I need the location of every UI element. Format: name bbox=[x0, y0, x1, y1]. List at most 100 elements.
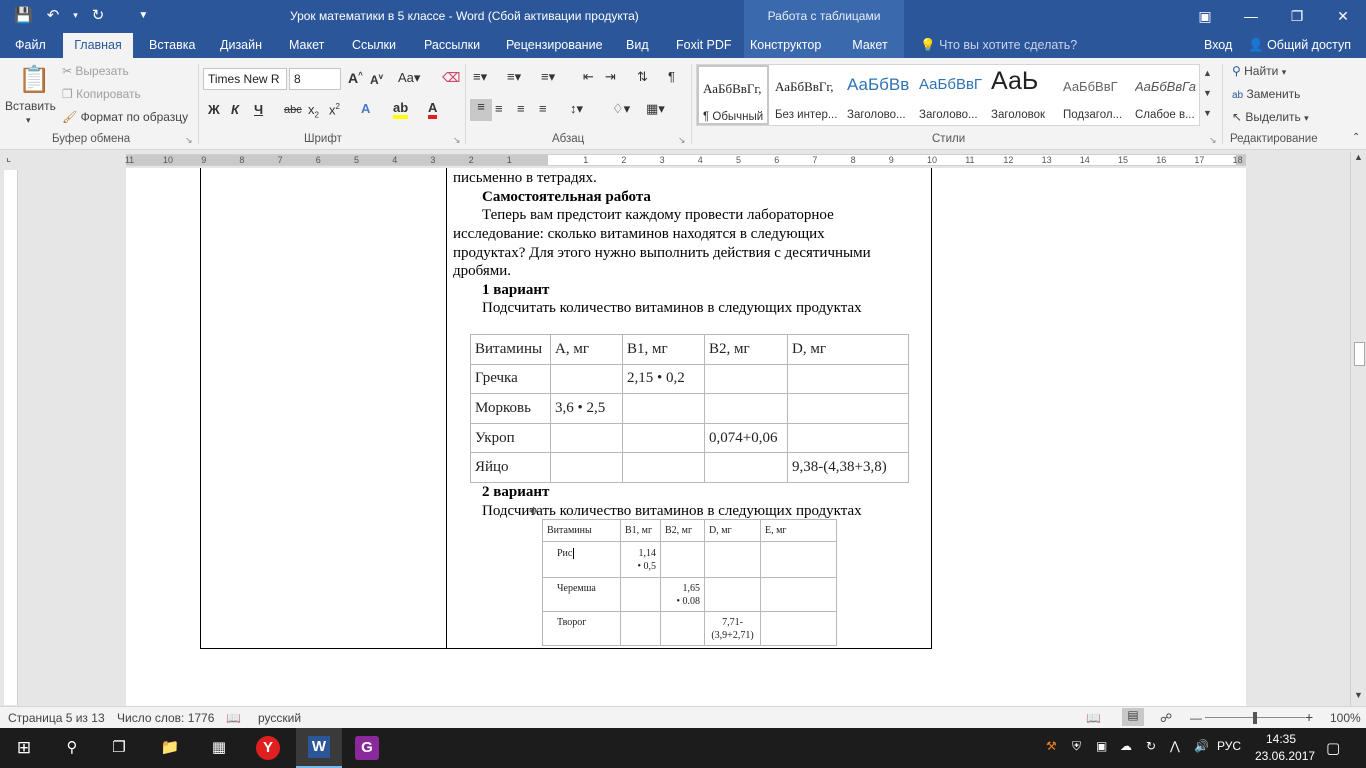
shield-icon[interactable]: ⛨ bbox=[1072, 739, 1081, 754]
vertical-scrollbar[interactable]: ▲ ▼ bbox=[1350, 152, 1366, 706]
strikethrough-icon[interactable]: abc bbox=[284, 104, 302, 116]
line-spacing-icon[interactable]: ↕▾ bbox=[570, 101, 583, 117]
style-subtle-emphasis[interactable]: АаБбВвГа Слабое в... bbox=[1131, 65, 1203, 125]
proofing-icon[interactable]: 📖 bbox=[226, 711, 241, 725]
share-button[interactable]: 👤 Общий доступ bbox=[1242, 33, 1357, 58]
table-move-handle-icon[interactable]: ✥ bbox=[529, 505, 538, 518]
tell-me-search[interactable]: 💡 Что вы хотите сделать? bbox=[914, 33, 1083, 58]
decrease-indent-icon[interactable]: ⇤ bbox=[583, 69, 594, 85]
style-title[interactable]: АаЬ Заголовок bbox=[987, 65, 1059, 125]
table-header-cell[interactable]: Витамины bbox=[470, 334, 551, 365]
subscript-icon[interactable]: x2 bbox=[308, 102, 319, 120]
save-icon[interactable]: 💾 bbox=[14, 6, 33, 24]
shrink-font-icon[interactable]: Av bbox=[370, 72, 383, 87]
tab-table-design[interactable]: Конструктор bbox=[744, 33, 836, 58]
table-header-cell[interactable]: Витамины bbox=[542, 519, 621, 542]
shading-icon[interactable]: ♢▾ bbox=[612, 101, 630, 117]
tab-references[interactable]: Ссылки bbox=[346, 33, 402, 58]
table-cell[interactable]: Творог bbox=[542, 611, 621, 646]
foxit-pdf-icon[interactable]: G bbox=[355, 736, 379, 760]
table-cell[interactable] bbox=[704, 363, 788, 395]
superscript-icon[interactable]: x2 bbox=[329, 102, 340, 117]
table-cell[interactable] bbox=[550, 422, 623, 454]
table-cell[interactable]: Черемша bbox=[542, 577, 621, 612]
justify-icon[interactable]: ≡ bbox=[539, 101, 547, 116]
table-header-cell[interactable]: В1, мг bbox=[620, 519, 661, 542]
underline-icon[interactable]: Ч bbox=[254, 102, 263, 117]
table-cell[interactable] bbox=[704, 541, 761, 578]
align-left-icon[interactable]: ≡ bbox=[470, 99, 492, 121]
table-cell[interactable]: Морковь bbox=[470, 393, 551, 424]
table-header-cell[interactable]: В1, мг bbox=[622, 334, 705, 365]
table-cell[interactable] bbox=[760, 611, 837, 646]
scroll-down-icon[interactable]: ▼ bbox=[1354, 690, 1363, 700]
clock-date[interactable]: 23.06.2017 bbox=[1255, 749, 1315, 763]
close-button[interactable]: ✕ bbox=[1320, 0, 1366, 33]
table-cell[interactable] bbox=[622, 452, 705, 483]
font-color-icon[interactable]: A bbox=[428, 101, 438, 119]
clock-time[interactable]: 14:35 bbox=[1266, 732, 1296, 746]
task-view-icon[interactable]: ❐ bbox=[107, 736, 131, 760]
replace-button[interactable]: ab Заменить bbox=[1232, 87, 1300, 101]
tab-foxit-pdf[interactable]: Foxit PDF bbox=[670, 33, 738, 58]
tab-file[interactable]: Файл bbox=[9, 33, 52, 58]
customize-qat-icon[interactable]: ▼ bbox=[138, 10, 148, 21]
bullets-icon[interactable]: ≡▾ bbox=[473, 69, 487, 85]
vitamins-table-2[interactable]: Витамины В1, мг В2, мг D, мг Е, мг Рис 1… bbox=[542, 519, 837, 646]
paste-dropdown-icon[interactable]: ▾ bbox=[26, 115, 31, 126]
table-cell[interactable] bbox=[622, 393, 705, 424]
clipboard-launcher-icon[interactable]: ↘ bbox=[185, 135, 193, 146]
table-cell[interactable]: Яйцо bbox=[470, 452, 551, 483]
table-cell[interactable]: 0,074+0,06 bbox=[704, 422, 788, 454]
zoom-out-icon[interactable]: — bbox=[1190, 711, 1202, 725]
word-taskbar-button[interactable]: W bbox=[296, 728, 342, 768]
file-explorer-icon[interactable]: 📁 bbox=[158, 736, 182, 760]
table-cell[interactable]: 2,15 • 0,2 bbox=[622, 363, 705, 395]
font-name-combo[interactable]: Times New R bbox=[203, 68, 287, 90]
table-cell[interactable]: Гречка bbox=[470, 363, 551, 395]
table-header-cell[interactable]: D, мг bbox=[787, 334, 909, 365]
table-header-cell[interactable]: В2, мг bbox=[660, 519, 705, 542]
table-header-cell[interactable]: В2, мг bbox=[704, 334, 788, 365]
yandex-browser-icon[interactable]: Y bbox=[256, 736, 280, 760]
input-language[interactable]: РУС bbox=[1217, 739, 1241, 753]
italic-icon[interactable]: К bbox=[231, 102, 239, 117]
cut-button[interactable]: ✂ Вырезать bbox=[62, 64, 129, 78]
style-heading-1[interactable]: АаБбВв Заголово... bbox=[843, 65, 915, 125]
language-indicator[interactable]: русский bbox=[258, 711, 301, 725]
table-header-cell[interactable]: D, мг bbox=[704, 519, 761, 542]
ruler-strip[interactable]: 11 10 9 8 7 6 5 4 3 2 1 1 2 3 4 5 6 7 8 9 10 11 12 13 14 15 16 17 18 bbox=[125, 154, 1246, 166]
zoom-level[interactable]: 100% bbox=[1330, 711, 1361, 725]
table-cell[interactable]: Укроп bbox=[470, 422, 551, 454]
paragraph-launcher-icon[interactable]: ↘ bbox=[678, 135, 686, 146]
copy-button[interactable]: ❐ Копировать bbox=[62, 87, 141, 101]
multilevel-list-icon[interactable]: ≡▾ bbox=[541, 69, 555, 85]
table-header-cell[interactable]: А, мг bbox=[550, 334, 623, 365]
tab-view[interactable]: Вид bbox=[620, 33, 655, 58]
table-cell[interactable] bbox=[620, 611, 661, 646]
tab-design[interactable]: Дизайн bbox=[214, 33, 268, 58]
vitamins-table-1[interactable]: Витамины А, мг В1, мг В2, мг D, мг Гречк… bbox=[470, 334, 909, 483]
change-case-icon[interactable]: Aa▾ bbox=[398, 70, 420, 86]
table-cell[interactable] bbox=[787, 363, 909, 395]
volume-icon[interactable]: 🔊 bbox=[1194, 739, 1209, 753]
tab-insert[interactable]: Вставка bbox=[143, 33, 201, 58]
action-center-icon[interactable]: ▢ bbox=[1326, 739, 1340, 757]
clear-formatting-icon[interactable]: ⌫ bbox=[442, 70, 460, 86]
styles-scroll-up-icon[interactable]: ▲ bbox=[1203, 68, 1212, 78]
print-layout-icon[interactable]: ▤ bbox=[1122, 708, 1144, 726]
document-area[interactable]: письменно в тетрадях. Самостоятельная ра… bbox=[20, 168, 1350, 706]
sign-in-link[interactable]: Вход bbox=[1198, 33, 1238, 58]
sync-icon[interactable]: ↻ bbox=[1146, 739, 1156, 753]
scrollbar-thumb[interactable] bbox=[1354, 342, 1365, 366]
restore-button[interactable]: ❐ bbox=[1274, 0, 1320, 33]
styles-more-icon[interactable]: ▼ bbox=[1203, 108, 1212, 118]
style-normal[interactable]: АаБбВвГг, ¶ Обычный bbox=[697, 65, 769, 125]
table-cell[interactable]: Рис bbox=[542, 541, 621, 578]
borders-icon[interactable]: ▦▾ bbox=[646, 101, 665, 117]
tab-home[interactable]: Главная bbox=[63, 33, 133, 58]
styles-scroll-down-icon[interactable]: ▼ bbox=[1203, 88, 1212, 98]
table-cell[interactable] bbox=[550, 452, 623, 483]
table-cell[interactable] bbox=[620, 577, 661, 612]
tab-selector-icon[interactable]: ⌞ bbox=[6, 151, 11, 164]
